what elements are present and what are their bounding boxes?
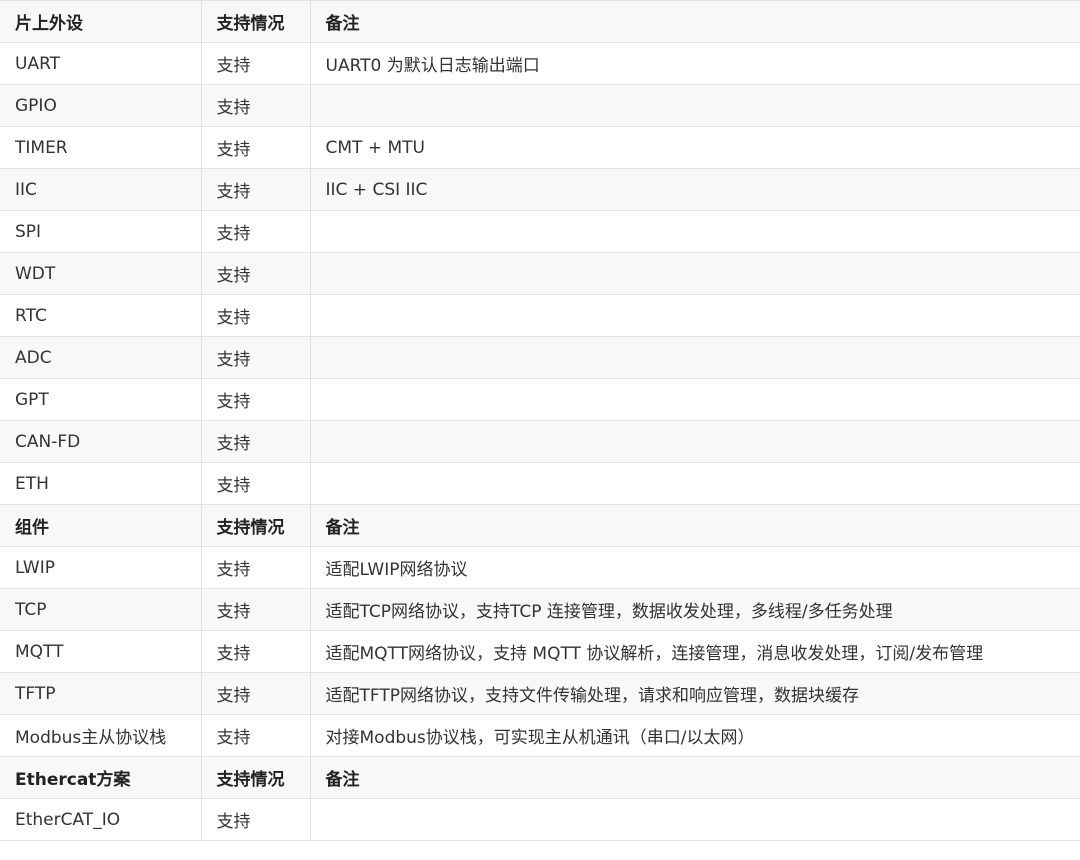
cell-status: 支持: [200, 294, 311, 337]
cell-note: 适配TFTP网络协议，支持文件传输处理，请求和响应管理，数据块缓存: [309, 672, 1080, 715]
cell-name: GPT: [0, 378, 202, 421]
cell-name: WDT: [0, 252, 202, 295]
cell-name: EtherCAT_IO: [0, 798, 202, 841]
table-row: IIC 支持 IIC + CSI IIC: [0, 168, 1080, 211]
header-cell-status: 支持情况: [200, 0, 311, 43]
table-row: ADC 支持: [0, 336, 1080, 379]
section-header-row: 组件 支持情况 备注: [0, 504, 1080, 547]
header-cell-note: 备注: [309, 756, 1080, 799]
cell-note: [309, 294, 1080, 337]
header-cell-status: 支持情况: [200, 504, 311, 547]
table-row: TCP 支持 适配TCP网络协议，支持TCP 连接管理，数据收发处理，多线程/多…: [0, 588, 1080, 631]
cell-note: [309, 210, 1080, 253]
cell-status: 支持: [200, 672, 311, 715]
cell-name: LWIP: [0, 546, 202, 589]
cell-name: SPI: [0, 210, 202, 253]
table-row: RTC 支持: [0, 294, 1080, 337]
header-cell-status: 支持情况: [200, 756, 311, 799]
cell-name: TCP: [0, 588, 202, 631]
cell-note: [309, 252, 1080, 295]
cell-status: 支持: [200, 168, 311, 211]
cell-name: UART: [0, 42, 202, 85]
cell-note: [309, 84, 1080, 127]
cell-status: 支持: [200, 546, 311, 589]
table-row: CAN-FD 支持: [0, 420, 1080, 463]
cell-status: 支持: [200, 420, 311, 463]
cell-status: 支持: [200, 42, 311, 85]
cell-note: [309, 336, 1080, 379]
cell-note: 适配LWIP网络协议: [309, 546, 1080, 589]
header-cell-note: 备注: [309, 0, 1080, 43]
cell-name: IIC: [0, 168, 202, 211]
cell-name: RTC: [0, 294, 202, 337]
cell-note: [309, 378, 1080, 421]
header-cell-name: Ethercat方案: [0, 756, 202, 799]
cell-name: GPIO: [0, 84, 202, 127]
cell-name: MQTT: [0, 630, 202, 673]
table-row: GPIO 支持: [0, 84, 1080, 127]
cell-name: Modbus主从协议栈: [0, 714, 202, 757]
table-row: ETH 支持: [0, 462, 1080, 505]
cell-status: 支持: [200, 798, 311, 841]
cell-name: ETH: [0, 462, 202, 505]
cell-status: 支持: [200, 336, 311, 379]
cell-name: TIMER: [0, 126, 202, 169]
cell-name: CAN-FD: [0, 420, 202, 463]
table-row: UART 支持 UART0 为默认日志输出端口: [0, 42, 1080, 85]
section-header-row: 片上外设 支持情况 备注: [0, 0, 1080, 43]
table-body: 片上外设 支持情况 备注 UART 支持 UART0 为默认日志输出端口 GPI…: [0, 0, 1080, 841]
cell-note: [309, 798, 1080, 841]
table-row: Modbus主从协议栈 支持 对接Modbus协议栈，可实现主从机通讯（串口/以…: [0, 714, 1080, 757]
cell-note: IIC + CSI IIC: [309, 168, 1080, 211]
cell-status: 支持: [200, 714, 311, 757]
cell-note: [309, 462, 1080, 505]
table-row: LWIP 支持 适配LWIP网络协议: [0, 546, 1080, 589]
table-row: SPI 支持: [0, 210, 1080, 253]
header-cell-name: 片上外设: [0, 0, 202, 43]
cell-note: [309, 420, 1080, 463]
cell-name: ADC: [0, 336, 202, 379]
cell-status: 支持: [200, 84, 311, 127]
table-row: TIMER 支持 CMT + MTU: [0, 126, 1080, 169]
section-header-row: Ethercat方案 支持情况 备注: [0, 756, 1080, 799]
cell-status: 支持: [200, 252, 311, 295]
table-row: EtherCAT_IO 支持: [0, 798, 1080, 841]
peripheral-support-table: 片上外设 支持情况 备注 UART 支持 UART0 为默认日志输出端口 GPI…: [0, 0, 1080, 841]
cell-note: 对接Modbus协议栈，可实现主从机通讯（串口/以太网）: [309, 714, 1080, 757]
cell-note: CMT + MTU: [309, 126, 1080, 169]
cell-status: 支持: [200, 630, 311, 673]
cell-status: 支持: [200, 210, 311, 253]
header-cell-name: 组件: [0, 504, 202, 547]
cell-note: UART0 为默认日志输出端口: [309, 42, 1080, 85]
header-cell-note: 备注: [309, 504, 1080, 547]
cell-status: 支持: [200, 126, 311, 169]
table-row: TFTP 支持 适配TFTP网络协议，支持文件传输处理，请求和响应管理，数据块缓…: [0, 672, 1080, 715]
cell-name: TFTP: [0, 672, 202, 715]
cell-status: 支持: [200, 588, 311, 631]
table-row: MQTT 支持 适配MQTT网络协议，支持 MQTT 协议解析，连接管理，消息收…: [0, 630, 1080, 673]
table-row: GPT 支持: [0, 378, 1080, 421]
table-row: WDT 支持: [0, 252, 1080, 295]
cell-status: 支持: [200, 462, 311, 505]
cell-status: 支持: [200, 378, 311, 421]
cell-note: 适配MQTT网络协议，支持 MQTT 协议解析，连接管理，消息收发处理，订阅/发…: [309, 630, 1080, 673]
cell-note: 适配TCP网络协议，支持TCP 连接管理，数据收发处理，多线程/多任务处理: [309, 588, 1080, 631]
